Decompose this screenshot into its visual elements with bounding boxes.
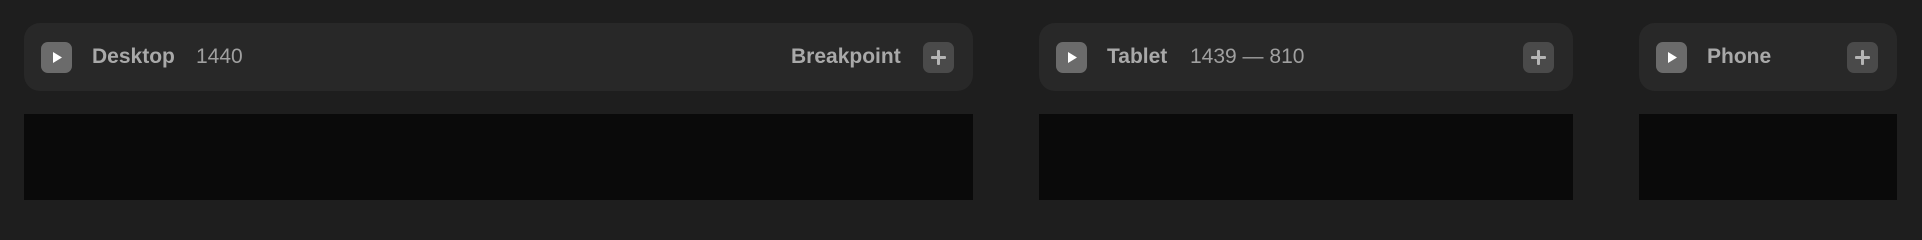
frame-name-tablet[interactable]: Tablet xyxy=(1107,23,1167,91)
play-icon xyxy=(1667,52,1677,63)
frame-name-phone[interactable]: Phone xyxy=(1707,23,1771,91)
breakpoints-canvas: Desktop 1440 Breakpoint Tablet 1439 — 81… xyxy=(0,0,1922,200)
viewport-desktop[interactable] xyxy=(24,114,973,200)
add-breakpoint-button-tablet[interactable] xyxy=(1523,42,1554,73)
viewport-phone[interactable] xyxy=(1639,114,1897,200)
frame-name-desktop[interactable]: Desktop xyxy=(92,23,175,91)
frame-size-tablet: 1439 — 810 xyxy=(1190,45,1305,68)
breakpoint-label[interactable]: Breakpoint xyxy=(791,23,901,91)
plus-icon xyxy=(1855,50,1870,65)
frame-header-phone[interactable]: Phone xyxy=(1639,23,1897,91)
plus-icon xyxy=(1531,50,1546,65)
preview-button-desktop[interactable] xyxy=(41,42,72,73)
frame-header-desktop[interactable]: Desktop 1440 Breakpoint xyxy=(24,23,973,91)
add-breakpoint-button-desktop[interactable] xyxy=(923,42,954,73)
plus-icon xyxy=(931,50,946,65)
frame-size-desktop: 1440 xyxy=(196,45,243,68)
viewport-tablet[interactable] xyxy=(1039,114,1573,200)
preview-button-tablet[interactable] xyxy=(1056,42,1087,73)
frame-header-tablet[interactable]: Tablet 1439 — 810 xyxy=(1039,23,1573,91)
play-icon xyxy=(52,52,62,63)
add-breakpoint-button-phone[interactable] xyxy=(1847,42,1878,73)
play-icon xyxy=(1067,52,1077,63)
preview-button-phone[interactable] xyxy=(1656,42,1687,73)
